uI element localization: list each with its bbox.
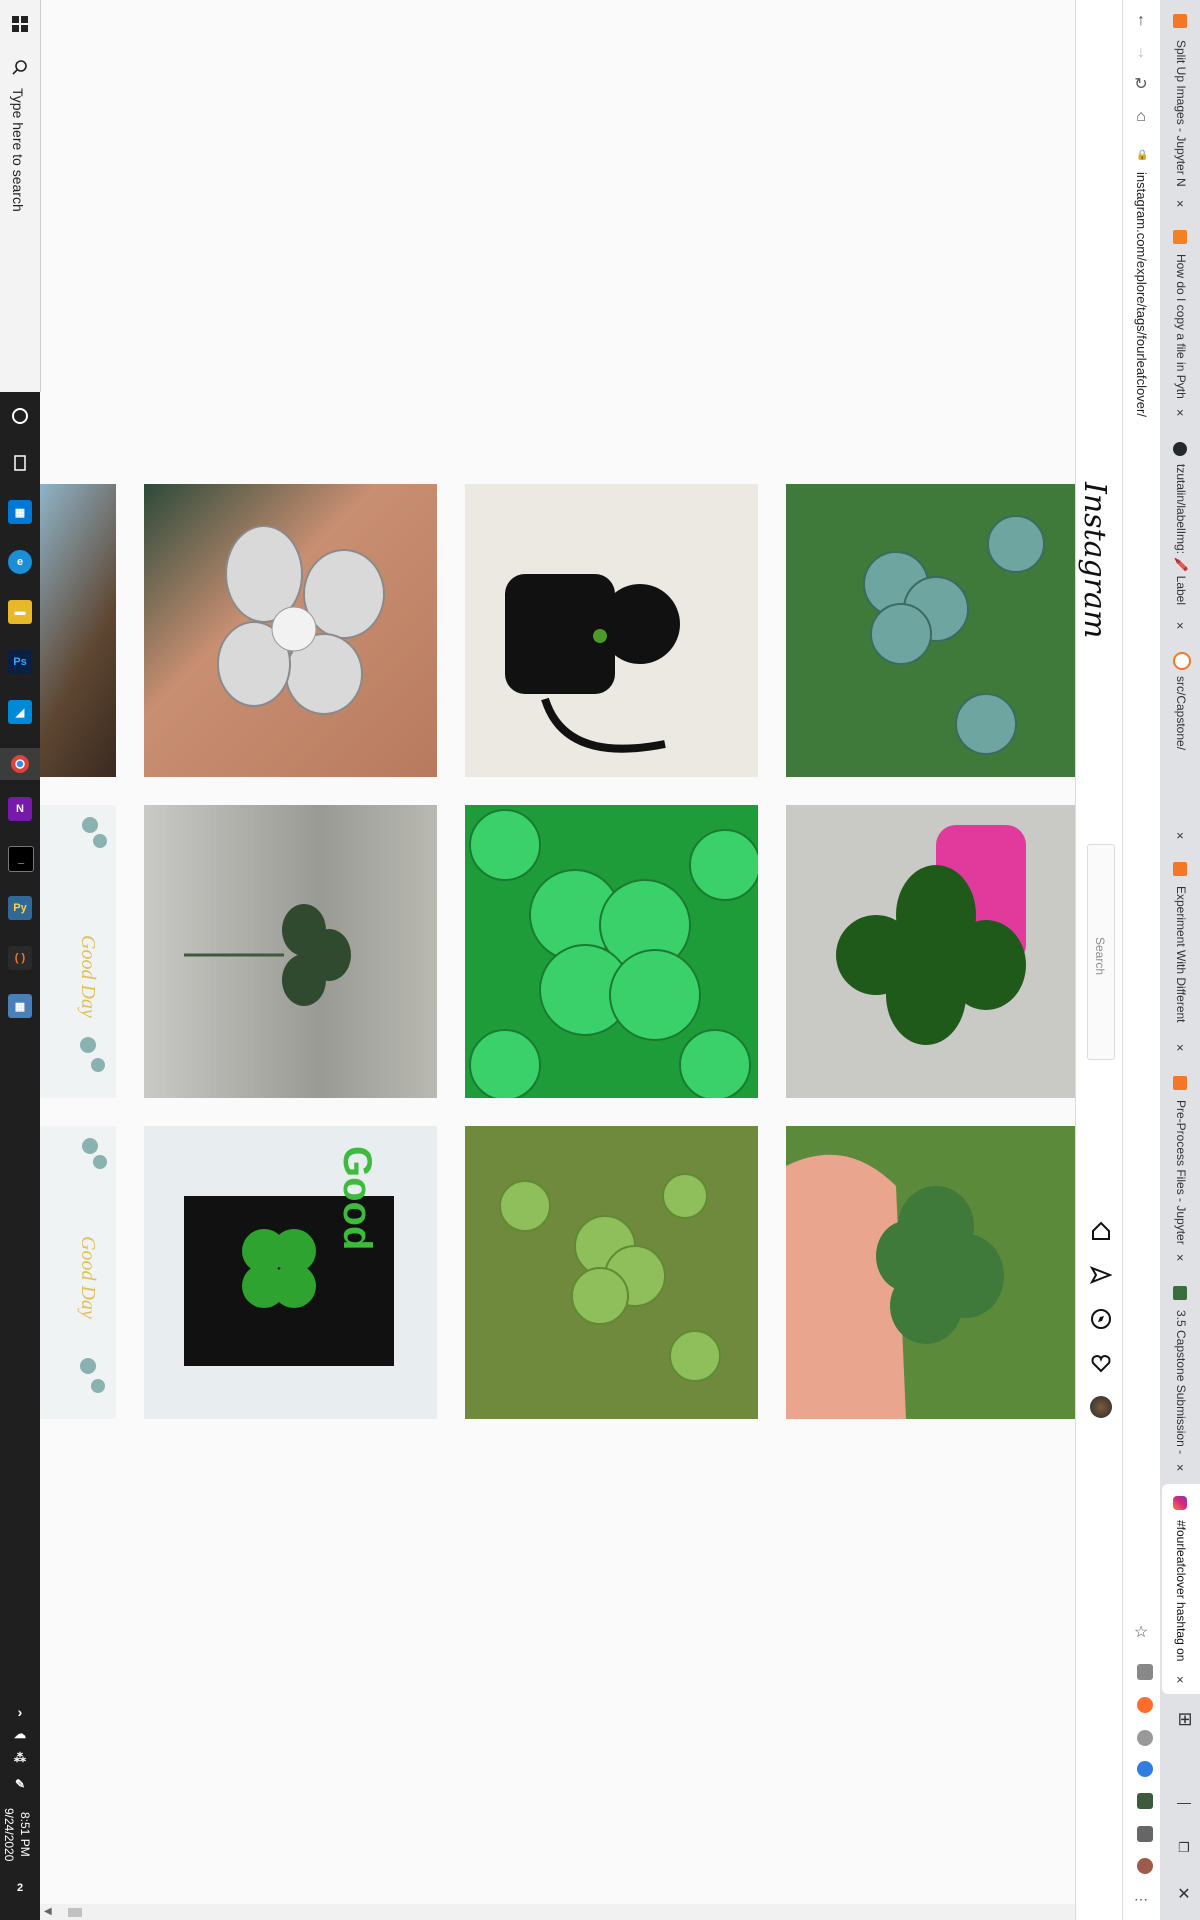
new-tab-button[interactable]: ⊞ — [1176, 1710, 1194, 1728]
onenote-icon[interactable]: N — [8, 797, 32, 821]
tab-label[interactable]: Pre-Process Files - Jupyter — [1174, 1100, 1188, 1245]
post-tile[interactable] — [465, 484, 758, 777]
tab-close-icon[interactable]: × — [1172, 405, 1188, 421]
post-tile[interactable] — [465, 805, 758, 1098]
post-tile[interactable] — [786, 1126, 1075, 1419]
clock-time[interactable]: 8:51 PM — [18, 1812, 32, 1857]
course-favicon-icon — [1173, 1286, 1187, 1300]
home-button-icon[interactable]: ⌂ — [1130, 106, 1152, 128]
tab-label[interactable]: tzutalin/labelImg: 🖍️ Label — [1174, 464, 1188, 605]
instagram-logo[interactable]: Instagram — [1077, 482, 1112, 638]
notification-count: 2 — [16, 1882, 24, 1894]
onedrive-icon[interactable]: ☁ — [8, 1722, 32, 1746]
tab-close-icon[interactable]: × — [1172, 1460, 1188, 1476]
tab-close-icon[interactable]: × — [1172, 1672, 1188, 1688]
jupyter-favicon-icon — [1173, 1076, 1187, 1090]
profile-avatar-icon[interactable] — [1137, 1858, 1153, 1874]
jupyter-favicon-icon — [1173, 14, 1187, 28]
store-app-icon[interactable]: ▦ — [8, 500, 32, 524]
post-tile[interactable] — [786, 805, 1075, 1098]
scrollbar-thumb[interactable] — [68, 1908, 82, 1917]
svg-text:Good Day: Good Day — [77, 935, 99, 1018]
extension-meet-icon[interactable] — [1137, 1793, 1153, 1809]
search-icon — [11, 58, 29, 76]
windows-start-icon[interactable] — [10, 14, 30, 34]
back-arrow-icon[interactable]: ↑ — [1130, 10, 1152, 32]
forward-arrow-icon[interactable]: ↓ — [1130, 42, 1152, 64]
python-icon[interactable]: Py — [8, 896, 32, 920]
chrome-browser-icon[interactable] — [0, 748, 40, 780]
tab-close-icon[interactable]: × — [1172, 1040, 1188, 1056]
post-tile[interactable] — [786, 484, 1075, 777]
horizontal-scrollbar[interactable]: ◀ ▶ — [40, 1904, 1122, 1920]
jupyter-favicon-icon — [1173, 652, 1191, 670]
instagram-search-placeholder: Search — [1093, 937, 1107, 976]
post-tile[interactable]: Good Day — [40, 1126, 116, 1419]
lock-icon[interactable]: 🔒 — [1136, 150, 1148, 162]
extension-circle-icon[interactable] — [1137, 1730, 1153, 1746]
post-tile[interactable] — [40, 484, 116, 777]
tab-close-icon[interactable]: × — [1172, 196, 1188, 212]
post-tile[interactable]: Good — [144, 1126, 437, 1419]
cortana-icon[interactable] — [8, 404, 32, 428]
tab-close-icon[interactable]: × — [1172, 618, 1188, 634]
tab-label[interactable]: src/Capstone/ — [1174, 676, 1188, 750]
home-icon[interactable] — [1090, 1220, 1112, 1242]
svg-text:Good Day: Good Day — [77, 1236, 99, 1319]
tab-close-icon[interactable]: × — [1172, 828, 1188, 844]
direct-message-icon[interactable] — [1089, 1264, 1113, 1286]
activity-heart-icon[interactable] — [1090, 1352, 1112, 1374]
github-favicon-icon — [1173, 442, 1187, 456]
clock-date[interactable]: 9/24/2020 — [2, 1808, 16, 1861]
tab-close-icon[interactable]: × — [1172, 1250, 1188, 1266]
menu-icon[interactable]: ⋯ — [1130, 1888, 1152, 1910]
photoshop-icon[interactable]: Ps — [8, 650, 32, 674]
terminal-icon[interactable]: _ — [8, 846, 34, 872]
post-tile[interactable] — [144, 805, 437, 1098]
instagram-favicon-icon — [1173, 1496, 1187, 1510]
stackoverflow-favicon-icon — [1173, 230, 1187, 244]
restore-button[interactable]: ❐ — [1174, 1840, 1194, 1860]
bookmark-star-icon[interactable]: ☆ — [1130, 1622, 1152, 1644]
show-hidden-icons-icon[interactable]: › — [8, 1700, 32, 1724]
post-tile[interactable]: Good Day — [40, 805, 116, 1098]
edge-browser-icon[interactable]: e — [8, 550, 32, 574]
explore-icon[interactable] — [1090, 1308, 1112, 1330]
scroll-left-arrow[interactable]: ◀ — [44, 1906, 52, 1917]
network-icon[interactable]: ⁂ — [8, 1746, 32, 1770]
azure-icon[interactable]: ◢ — [8, 700, 32, 724]
post-grid: Good Day Good Day Good — [40, 484, 1075, 1420]
extension-g-icon[interactable] — [1137, 1664, 1153, 1680]
minimize-button[interactable]: — — [1174, 1794, 1194, 1814]
file-explorer-icon[interactable]: ▬ — [8, 600, 32, 624]
post-tile[interactable] — [465, 1126, 758, 1419]
reload-icon[interactable]: ↻ — [1130, 74, 1152, 96]
extensions-puzzle-icon[interactable] — [1137, 1826, 1153, 1842]
calculator-icon[interactable]: ▦ — [8, 994, 32, 1018]
tab-label[interactable]: Split Up Images - Jupyter N — [1174, 40, 1188, 187]
jupyter-favicon-icon — [1173, 862, 1187, 876]
tab-label[interactable]: Experiment With Different — [1174, 886, 1188, 1023]
post-tile[interactable] — [144, 484, 437, 777]
address-bar[interactable]: instagram.com/explore/tags/fourleafclove… — [1134, 172, 1149, 417]
profile-avatar[interactable] — [1090, 1396, 1112, 1418]
tab-label[interactable]: #fourleafclover hashtag on — [1174, 1520, 1188, 1661]
taskbar-search-placeholder: Type here to search — [10, 88, 26, 212]
taskbar-search-box[interactable]: Type here to search — [0, 0, 41, 392]
notification-center-icon[interactable]: 2 — [8, 1876, 32, 1900]
tab-label[interactable]: How do I copy a file in Pyth — [1174, 254, 1188, 399]
task-view-icon[interactable] — [8, 451, 32, 475]
tab-label[interactable]: 3.5 Capstone Submission - — [1174, 1310, 1188, 1454]
pen-icon[interactable]: ✎ — [8, 1772, 32, 1796]
svg-text:Good: Good — [335, 1146, 379, 1250]
jupyter-icon[interactable]: ( ) — [8, 946, 32, 970]
instagram-search-box[interactable]: Search — [1087, 844, 1115, 1060]
extension-orange-icon[interactable] — [1137, 1697, 1153, 1713]
close-window-button[interactable]: ✕ — [1174, 1884, 1194, 1904]
extension-blue-icon[interactable] — [1137, 1761, 1153, 1777]
